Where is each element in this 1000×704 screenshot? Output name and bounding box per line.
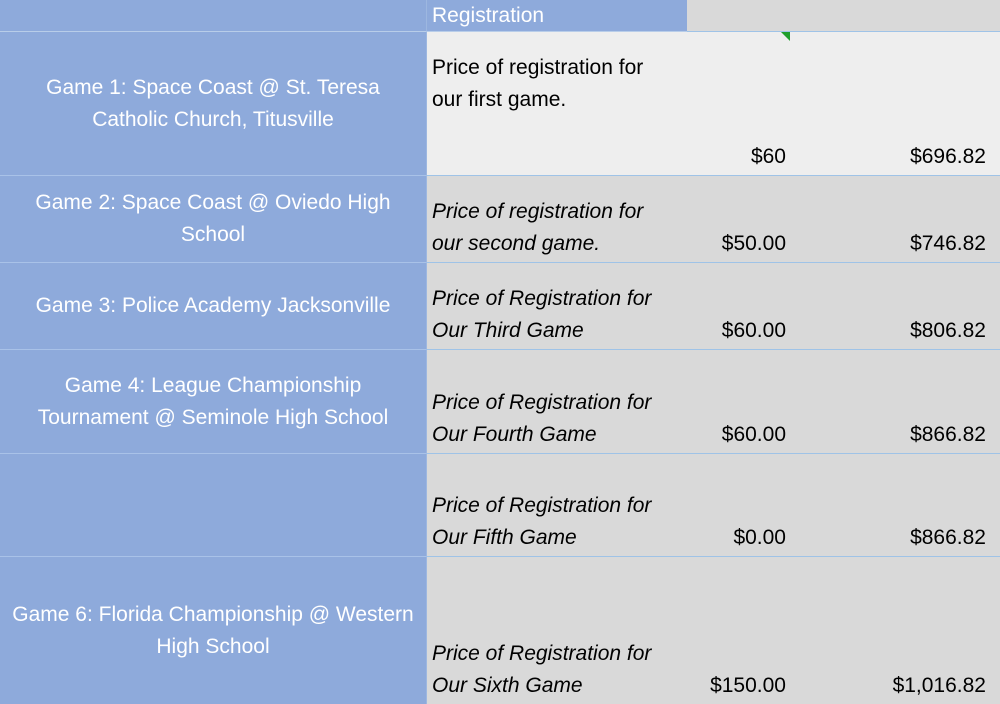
table-row: Game 3: Police Academy Jacksonville Pric… [0, 263, 1000, 350]
description-line-1: Price of registration for [432, 55, 644, 79]
table-row: Game 6: Florida Championship @ Western H… [0, 557, 1000, 704]
game-name-cell[interactable]: Game 4: League Championship Tournament @… [0, 350, 427, 454]
description-line-2: our second game. [432, 232, 601, 255]
header-blank-cell[interactable] [687, 0, 1000, 32]
total-cell[interactable]: $696.82 [790, 32, 1000, 176]
description-cell[interactable]: Price of Registration for Our Fifth Game [427, 454, 687, 557]
description-cell[interactable]: Price of registration for our second gam… [427, 176, 687, 263]
description-line-1: Price of Registration for [432, 287, 652, 310]
game-name-cell[interactable]: Game 3: Police Academy Jacksonville [0, 263, 427, 350]
total-cell[interactable]: $866.82 [790, 454, 1000, 557]
description-line-1: Price of registration for [432, 200, 644, 223]
header-row: Registration [0, 0, 1000, 32]
description-line-1: Price of Registration for [432, 391, 652, 414]
header-game-cell[interactable] [0, 0, 427, 32]
total-value: $696.82 [910, 145, 986, 168]
price-cell[interactable]: $0.00 [687, 454, 790, 557]
price-cell[interactable]: $60.00 [687, 350, 790, 454]
game-name-cell[interactable]: Game 2: Space Coast @ Oviedo High School [0, 176, 427, 263]
total-cell[interactable]: $866.82 [790, 350, 1000, 454]
table-row: Game 1: Space Coast @ St. Teresa Catholi… [0, 32, 1000, 176]
description-line-1: Price of Registration for [432, 642, 652, 665]
comment-indicator-icon[interactable] [781, 32, 790, 41]
description-line-2: our first game. [432, 87, 567, 111]
price-value: $60 [750, 145, 786, 168]
total-value: $1,016.82 [892, 674, 986, 697]
description-cell[interactable]: Price of registration for our first game… [427, 32, 687, 176]
price-value: $150.00 [710, 674, 786, 697]
total-cell[interactable]: $806.82 [790, 263, 1000, 350]
description-line-1: Price of Registration for [432, 494, 652, 517]
description-line-2: Our Sixth Game [432, 674, 583, 697]
description-cell[interactable]: Price of Registration for Our Sixth Game [427, 557, 687, 704]
total-cell[interactable]: $746.82 [790, 176, 1000, 263]
price-cell[interactable]: $60 [687, 32, 790, 176]
description-cell[interactable]: Price of Registration for Our Fourth Gam… [427, 350, 687, 454]
description-line-2: Our Third Game [432, 319, 584, 342]
header-registration-cell[interactable]: Registration [427, 0, 687, 32]
price-value: $60.00 [721, 423, 786, 446]
game-name-cell[interactable] [0, 454, 427, 557]
description-line-2: Our Fifth Game [432, 526, 577, 549]
total-value: $866.82 [910, 526, 986, 549]
game-name-cell[interactable]: Game 6: Florida Championship @ Western H… [0, 557, 427, 704]
price-cell[interactable]: $60.00 [687, 263, 790, 350]
price-value: $0.00 [733, 526, 786, 549]
price-cell[interactable]: $150.00 [687, 557, 790, 704]
total-cell[interactable]: $1,016.82 [790, 557, 1000, 704]
table-row: Game 2: Space Coast @ Oviedo High School… [0, 176, 1000, 263]
spreadsheet: Registration Game 1: Space Coast @ St. T… [0, 0, 1000, 704]
game-name-cell[interactable]: Game 1: Space Coast @ St. Teresa Catholi… [0, 32, 427, 176]
total-value: $746.82 [910, 232, 986, 255]
description-cell[interactable]: Price of Registration for Our Third Game [427, 263, 687, 350]
total-value: $866.82 [910, 423, 986, 446]
price-cell[interactable]: $50.00 [687, 176, 790, 263]
price-value: $50.00 [721, 232, 786, 255]
total-value: $806.82 [910, 319, 986, 342]
description-line-2: Our Fourth Game [432, 423, 597, 446]
price-value: $60.00 [721, 319, 786, 342]
table-row: Price of Registration for Our Fifth Game… [0, 454, 1000, 557]
table-row: Game 4: League Championship Tournament @… [0, 350, 1000, 454]
